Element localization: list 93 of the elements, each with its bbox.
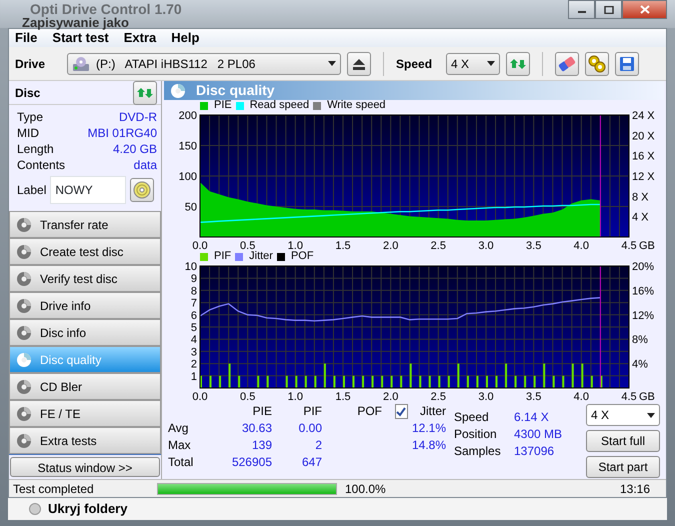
window-title: Zapisywanie jako <box>22 16 129 29</box>
stat-value: 12.1% <box>412 421 446 435</box>
axis-label: 4.5 <box>621 391 637 402</box>
info-label: Length <box>17 141 54 157</box>
axis-label: 3 <box>190 346 197 358</box>
axis-label: 7 <box>190 298 197 310</box>
info-label: Label <box>17 182 46 199</box>
axis-label: 200 <box>178 111 197 122</box>
row-label: Total <box>168 455 194 470</box>
stat-value: 14.8% <box>412 438 446 452</box>
axis-label: 8 <box>190 285 197 298</box>
info-value: data <box>134 157 157 173</box>
info-label: MID <box>17 125 39 141</box>
axis-label: 12% <box>632 310 654 322</box>
column-header: POF <box>357 404 382 418</box>
info-label: Position <box>454 427 498 442</box>
speed-label: Speed <box>396 56 432 72</box>
axis-label: 4.5 <box>621 240 637 251</box>
legend-label: Read speed <box>250 100 310 111</box>
axis-label: 12 X <box>632 171 655 183</box>
axis-label: 4 <box>190 334 197 346</box>
row-label: Avg <box>168 421 190 436</box>
stat-value: 0.00 <box>298 421 322 435</box>
axis-label: 4% <box>632 358 648 371</box>
axis-label: 5 <box>190 322 197 334</box>
axis-label: 1.5 <box>335 240 351 251</box>
axis-label: 3.0 <box>478 240 494 251</box>
axis-label: 0.0 <box>192 240 208 251</box>
info-label: Type <box>17 109 44 125</box>
axis-label: 1.5 <box>335 391 351 402</box>
info-value: DVD-R <box>119 109 157 125</box>
axis-label: 20% <box>632 262 654 273</box>
info-value: MBI 01RG40 <box>88 125 157 141</box>
axis-label: 8 X <box>632 191 649 204</box>
axis-label: 2.5 <box>430 391 446 402</box>
stat-value: 526905 <box>232 455 272 469</box>
axis-label: GB <box>639 391 655 402</box>
axis-label: 3.0 <box>478 391 494 402</box>
legend-label: PIE <box>214 100 232 111</box>
status-message: Test completed <box>12 480 95 498</box>
stat-value: 139 <box>252 438 272 452</box>
legend-label: Write speed <box>327 100 386 111</box>
axis-label: 1.0 <box>288 391 303 402</box>
stat-value: 647 <box>302 455 322 469</box>
axis-label: 3.5 <box>526 391 542 402</box>
axis-label: 16 X <box>632 150 655 163</box>
axis-label: 100 <box>178 171 197 183</box>
axis-label: 4.0 <box>574 240 589 251</box>
drive-label: Drive <box>15 56 46 72</box>
stat-value: 30.63 <box>242 421 272 435</box>
axis-label: 4.0 <box>574 391 589 402</box>
info-label: Contents <box>17 157 66 173</box>
axis-label: 150 <box>178 140 197 152</box>
info-value: 6.14 X <box>514 410 550 425</box>
axis-label: 1 <box>190 370 197 383</box>
stat-value: 2 <box>315 438 322 452</box>
axis-label: 20 X <box>632 130 655 142</box>
axis-label: GB <box>639 240 655 251</box>
info-value: 4.20 GB <box>112 141 157 157</box>
axis-label: 0.0 <box>192 391 208 402</box>
window-title: Opti Drive Control 1.70 <box>30 2 182 16</box>
axis-label: 16% <box>632 285 654 298</box>
status-time: 13:16 <box>620 480 651 498</box>
axis-label: 9 <box>190 273 197 286</box>
panel-title: Disc <box>15 84 40 102</box>
info-value: 4300 MB <box>514 427 564 442</box>
panel-header: Disc quality <box>164 81 664 100</box>
axis-label: 2.0 <box>383 240 398 251</box>
row-label: Max <box>168 438 192 453</box>
axis-label: 2 <box>190 358 197 371</box>
axis-label: 1.0 <box>288 240 303 251</box>
column-header: PIE <box>252 404 272 418</box>
axis-label: 2.0 <box>383 391 398 402</box>
axis-label: 3.5 <box>526 240 542 251</box>
axis-label: 8% <box>632 334 648 346</box>
axis-label: 24 X <box>632 111 655 122</box>
axis-label: 4 X <box>632 212 649 224</box>
info-label: Samples <box>454 444 502 459</box>
axis-label: 50 <box>184 202 197 214</box>
hide-folders-label: Ukryj foldery <box>48 500 128 518</box>
axis-label: 10 <box>184 262 197 273</box>
legend-label: PIF <box>214 251 232 262</box>
status-percent: 100.0% <box>345 480 387 498</box>
info-label: Speed <box>454 410 490 425</box>
axis-label: 6 <box>190 310 197 322</box>
column-header: PIF <box>303 404 322 418</box>
axis-label: 0.5 <box>240 240 256 251</box>
info-value: 137096 <box>514 444 556 459</box>
axis-label: 0.5 <box>240 391 256 402</box>
legend-label: Jitter <box>249 251 273 262</box>
column-header: Jitter <box>420 404 446 418</box>
axis-label: 2.5 <box>430 240 446 251</box>
legend-label: POF <box>290 251 314 262</box>
